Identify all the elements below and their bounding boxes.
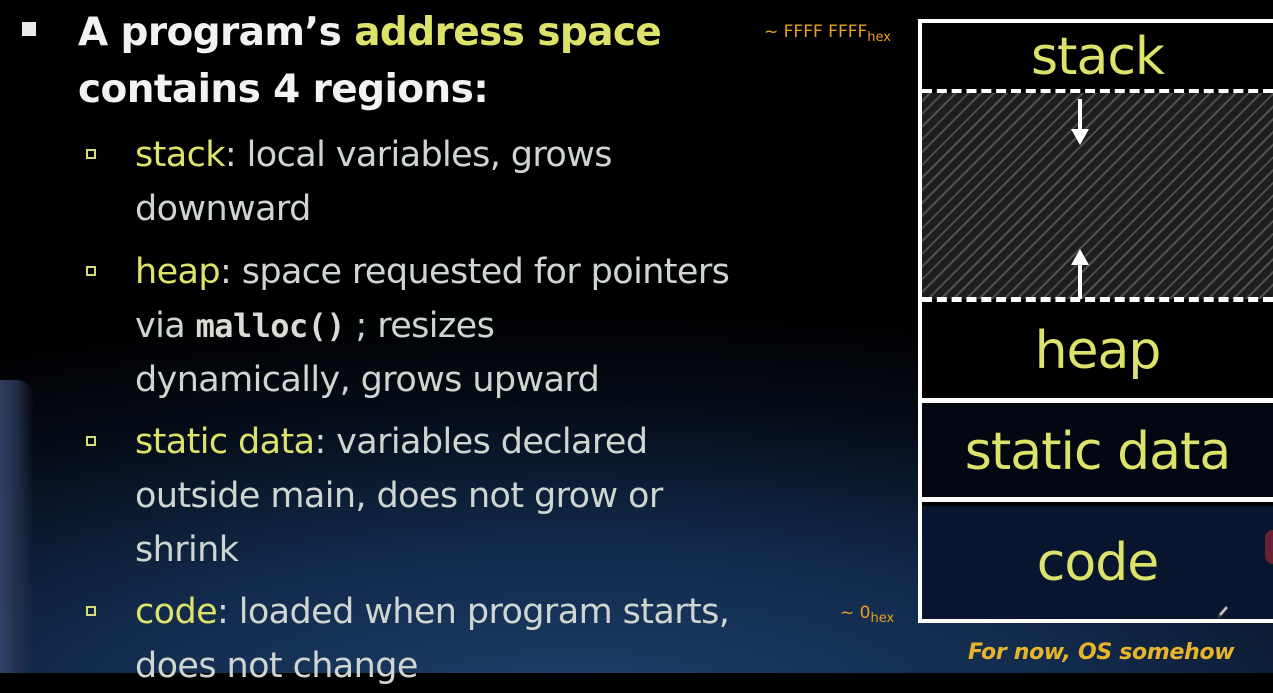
address-top-label: ~ FFFF FFFFhex bbox=[764, 22, 891, 45]
presenter-shadow bbox=[0, 380, 34, 673]
diagram-caption: For now, OS somehow bbox=[968, 640, 1235, 665]
bullet-term: stack bbox=[135, 135, 226, 175]
bullet-code-region: code: loaded when program starts, does n… bbox=[135, 585, 835, 693]
headline-highlight: address space bbox=[354, 10, 662, 55]
headline-prefix: A program’s bbox=[78, 10, 355, 55]
bullet-text: : loaded when program starts, bbox=[217, 592, 730, 632]
address-space-diagram: stack heap static data code bbox=[918, 19, 1273, 623]
bullet-text: : space requested for pointers bbox=[219, 252, 730, 292]
bullet-text: shrink bbox=[135, 530, 239, 570]
bullet-text: dynamically, grows upward bbox=[135, 360, 600, 400]
bullet-code: malloc() bbox=[195, 307, 346, 345]
sub-bullet-square-icon bbox=[86, 266, 96, 276]
region-static-data: static data bbox=[922, 404, 1273, 500]
bullet-heap: heap: space requested for pointers via m… bbox=[135, 245, 835, 407]
sub-bullet-square-icon bbox=[86, 149, 96, 159]
bullet-text: downward bbox=[135, 189, 311, 229]
region-code: code bbox=[922, 506, 1273, 619]
address-bottom-value: ~ 0 bbox=[840, 603, 871, 623]
region-heap: heap bbox=[1034, 321, 1162, 381]
slide: A program’s address space contains 4 reg… bbox=[0, 0, 1273, 686]
bullet-text: : local variables, grows bbox=[224, 135, 613, 175]
headline: A program’s address space contains 4 reg… bbox=[78, 4, 738, 118]
bullet-text: does not change bbox=[135, 646, 418, 686]
sub-bullet-square-icon bbox=[86, 606, 96, 616]
bullet-static-data: static data: variables declared outside … bbox=[135, 415, 835, 577]
sub-bullet-square-icon bbox=[86, 436, 96, 446]
address-bottom-subscript: hex bbox=[870, 611, 895, 626]
divider bbox=[922, 497, 1273, 502]
pen-cursor-icon bbox=[1217, 605, 1229, 619]
bullet-term: static data bbox=[135, 422, 315, 462]
bullet-term: code bbox=[135, 592, 218, 632]
bullet-stack: stack: local variables, grows downward bbox=[135, 128, 835, 236]
headline-line2: contains 4 regions: bbox=[78, 67, 489, 112]
bullet-text: ; resizes bbox=[344, 306, 495, 346]
bullet-text: outside main, does not grow or bbox=[135, 476, 663, 516]
free-space-hatched bbox=[922, 93, 1273, 299]
bullet-term: heap bbox=[135, 252, 221, 292]
divider bbox=[922, 398, 1273, 403]
address-top-subscript: hex bbox=[867, 30, 891, 45]
address-top-value: ~ FFFF FFFF bbox=[764, 22, 868, 42]
edge-marker bbox=[1265, 530, 1273, 564]
bullet-text: : variables declared bbox=[314, 422, 648, 462]
address-bottom-label: ~ 0hex bbox=[840, 603, 894, 626]
region-stack: stack bbox=[1030, 27, 1165, 87]
heap-boundary-dashed bbox=[922, 297, 1273, 302]
bullet-text: via bbox=[135, 306, 196, 346]
main-bullet-square-icon bbox=[22, 22, 36, 36]
